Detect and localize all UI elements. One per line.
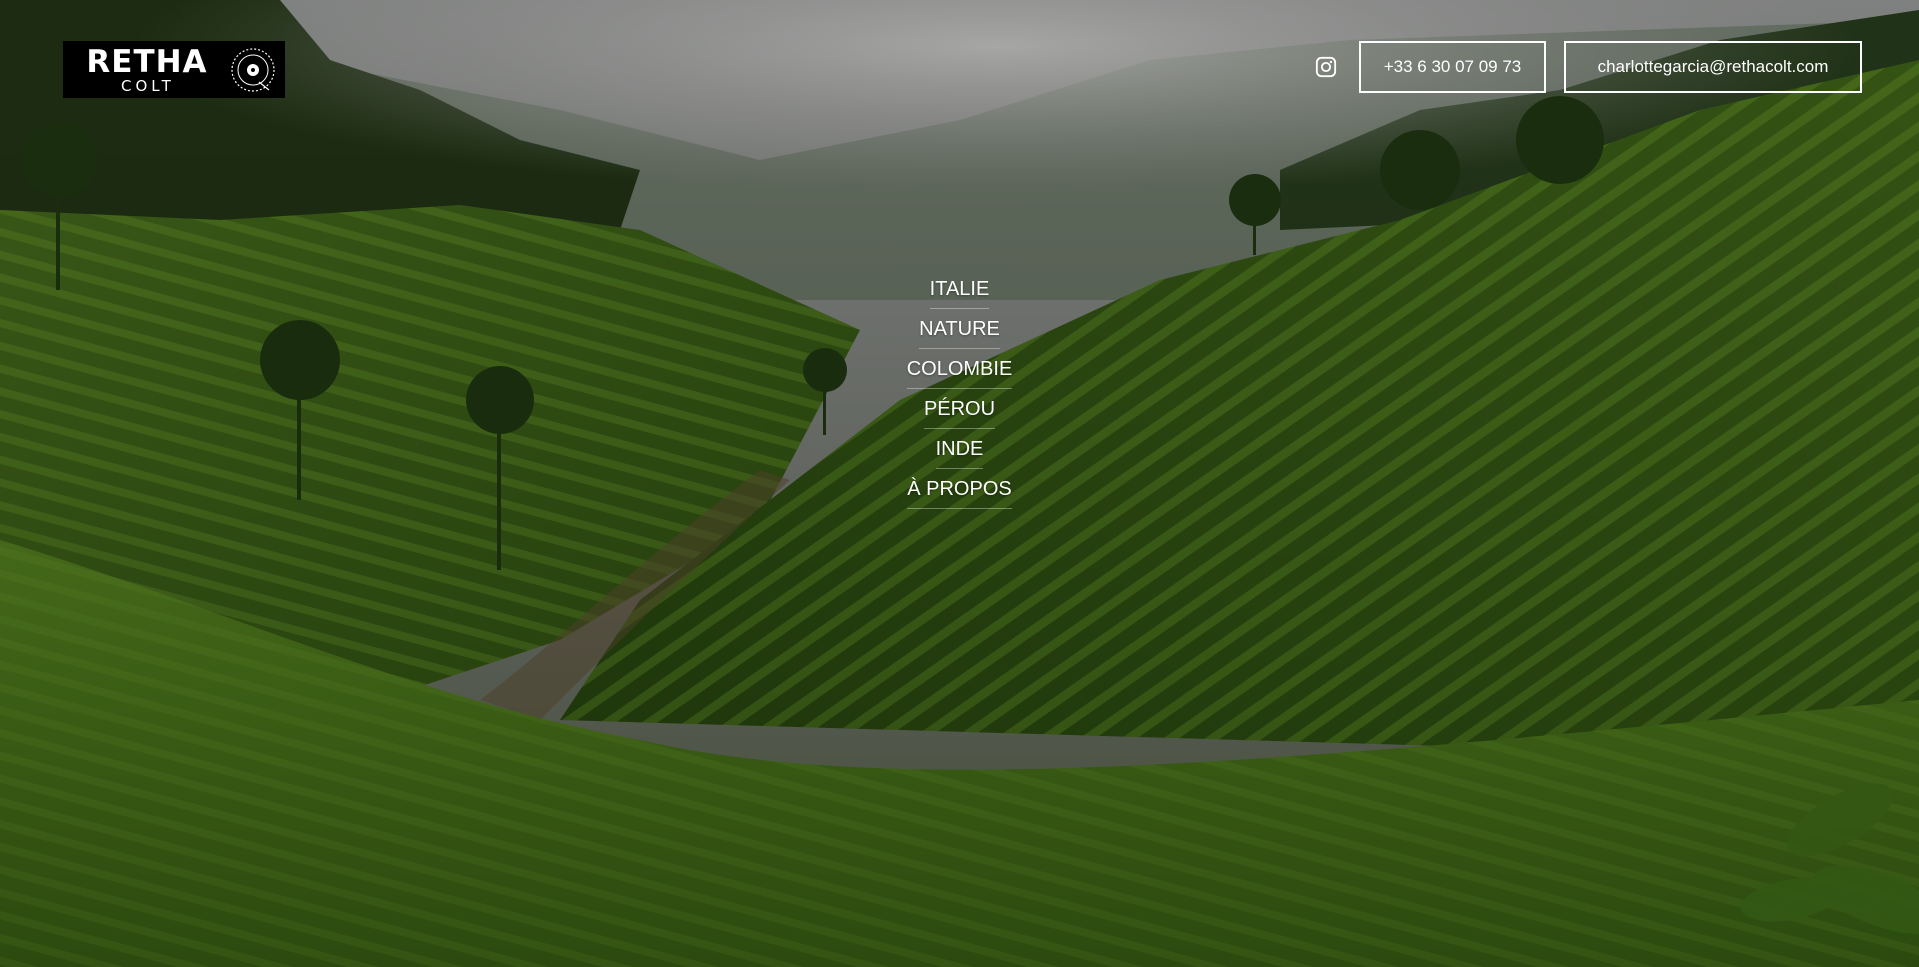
nav-item-perou[interactable]: PÉROU (923, 390, 996, 429)
nav-item-colombie[interactable]: COLOMBIE (906, 350, 1013, 389)
nav-item-nature[interactable]: NATURE (919, 310, 1000, 349)
email-button[interactable]: charlottegarcia@rethacolt.com (1564, 41, 1862, 93)
logo-main-text: RETHA (86, 44, 208, 80)
logo-sub-text: COLT (121, 77, 175, 95)
phone-button[interactable]: +33 6 30 07 09 73 (1359, 41, 1546, 93)
record-seal-icon (231, 48, 275, 92)
nav-item-italie[interactable]: ITALIE (929, 270, 990, 309)
nav-item-a-propos[interactable]: À PROPOS (907, 470, 1012, 509)
logo-wordmark: RETHA COLT (77, 44, 217, 95)
main-nav: ITALIE NATURE COLOMBIE PÉROU INDE À PROP… (0, 270, 1919, 510)
nav-item-inde[interactable]: INDE (935, 430, 984, 469)
site-logo[interactable]: RETHA COLT (63, 41, 285, 98)
instagram-icon[interactable] (1315, 56, 1337, 78)
